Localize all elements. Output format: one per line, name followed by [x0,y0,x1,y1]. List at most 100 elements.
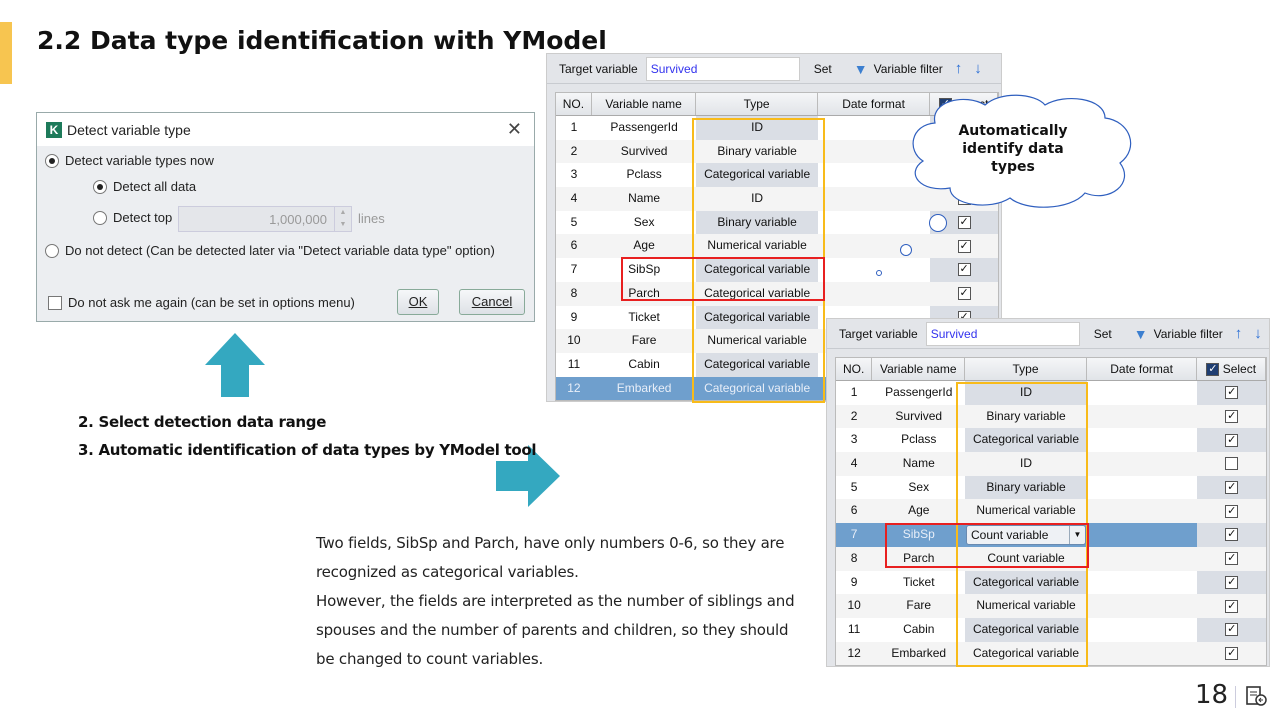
slide-nav-icon[interactable] [1245,685,1267,707]
set-button[interactable]: Set [814,62,832,76]
variable-name: Fare [631,333,657,348]
table-header: NO.Variable nameTypeDate format✓ Select [836,358,1266,381]
date-format [1087,476,1198,500]
select-checkbox[interactable]: ✓ [1225,646,1239,660]
column-header-type[interactable]: Type [696,93,818,115]
radio-icon[interactable] [93,179,107,194]
column-header-date[interactable]: Date format [1087,358,1198,380]
select-cell: ✓ [1197,617,1266,642]
select-checkbox[interactable]: ✓ [957,216,971,230]
variable-filter-button[interactable]: Variable filter [1154,327,1223,341]
select-checkbox[interactable]: ✓ [1225,481,1239,495]
row-number: 3 [850,432,858,447]
filter-icon[interactable]: ▼ [1134,326,1148,342]
select-checkbox[interactable]: ✓ [1225,410,1239,424]
set-button[interactable]: Set [1094,327,1112,341]
radio-do-not-detect[interactable]: Do not detect (Can be detected later via… [45,243,495,258]
radio-label: Detect all data [113,179,197,194]
select-checkbox[interactable]: ✓ [1225,504,1239,518]
row-number: 12 [847,645,861,660]
radio-icon[interactable] [93,210,107,225]
variable-name: Sex [908,479,930,494]
variable-name: Survived [620,143,668,158]
radio-detect-all[interactable]: Detect all data [93,179,196,194]
row-number: 6 [850,503,858,518]
move-down-icon[interactable]: ↓ [974,60,982,77]
row-number: 1 [570,120,578,134]
select-checkbox[interactable]: ✓ [957,263,971,277]
radio-detect-now[interactable]: Detect variable types now [45,153,214,168]
select-cell: ✓ [1197,642,1266,666]
select-checkbox[interactable]: ✓ [957,287,971,301]
select-checkbox[interactable]: ✓ [1225,552,1239,566]
variable-name: Fare [906,598,932,613]
ok-button[interactable]: OK [397,289,439,315]
radio-icon[interactable] [45,243,59,258]
column-header-no[interactable]: NO. [836,358,873,380]
page-title: 2.2 Data type identification with YModel [37,26,607,55]
sibsp-parch-highlight [621,257,825,301]
column-header-type[interactable]: Type [965,358,1087,380]
date-format [1087,452,1198,476]
date-format [1087,499,1198,523]
callout-bubble [929,214,947,232]
target-variable-input[interactable] [645,56,800,81]
date-format [1087,571,1198,595]
lines-label: lines [358,211,385,226]
variable-name: Cabin [903,621,935,636]
select-checkbox[interactable] [1225,457,1239,471]
column-header-no[interactable]: NO. [556,93,592,115]
cancel-button[interactable]: Cancel [459,289,525,315]
sibsp-parch-highlight [885,523,1089,568]
radio-label: Detect top [113,210,173,225]
variable-name: Ticket [902,574,935,589]
detect-top-lines-input[interactable]: 1,000,000 ▲ ▼ [178,206,352,232]
move-up-icon[interactable]: ↑ [955,60,963,77]
variable-filter-button[interactable]: Variable filter [874,62,943,76]
variable-name: Ticket [628,309,660,324]
move-up-icon[interactable]: ↑ [1235,325,1243,342]
accent-bar [0,22,12,84]
radio-detect-top[interactable]: Detect top [93,210,172,225]
column-header-name[interactable]: Variable name [592,93,697,115]
select-all-checkbox[interactable]: ✓ [1206,363,1220,377]
close-icon[interactable]: ✕ [507,119,522,140]
row-number: 8 [570,285,578,300]
select-checkbox[interactable]: ✓ [957,239,971,253]
date-format [1087,523,1198,547]
row-number: 2 [570,143,578,158]
select-checkbox[interactable]: ✓ [1225,599,1239,613]
spinner-icon[interactable]: ▲ ▼ [334,207,351,231]
date-format [1087,381,1198,405]
radio-label: Do not detect (Can be detected later via… [65,243,495,258]
radio-icon[interactable] [45,153,59,168]
select-cell: ✓ [1197,381,1266,405]
select-checkbox[interactable]: ✓ [1225,386,1239,400]
row-number: 4 [850,456,858,471]
target-variable-input[interactable] [925,321,1080,346]
row-number: 4 [570,191,578,206]
column-header-name[interactable]: Variable name [872,358,966,380]
filter-icon[interactable]: ▼ [854,61,868,77]
select-checkbox[interactable]: ✓ [1225,575,1239,589]
checkbox-icon[interactable] [48,295,62,310]
variable-name: Survived [895,408,943,423]
step-2: 2. Select detection data range [78,413,327,431]
date-format [818,234,930,258]
date-format [1087,405,1198,429]
select-checkbox[interactable]: ✓ [1225,433,1239,447]
date-format [1087,547,1198,571]
row-number: 9 [570,309,578,324]
dont-ask-checkbox[interactable]: Do not ask me again (can be set in optio… [48,295,355,310]
date-format [818,282,930,306]
column-header-select[interactable]: ✓ Select [1197,358,1266,380]
paragraph-1: Two fields, SibSp and Parch, have only n… [316,534,785,581]
row-number: 10 [567,333,581,348]
select-cell: ✓ [930,258,998,282]
select-checkbox[interactable]: ✓ [1225,528,1239,542]
target-variable-label: Target variable [839,326,918,341]
select-checkbox[interactable]: ✓ [1225,623,1239,637]
move-down-icon[interactable]: ↓ [1254,325,1262,342]
variable-name: PassengerId [885,385,953,399]
row-number: 11 [567,356,581,371]
